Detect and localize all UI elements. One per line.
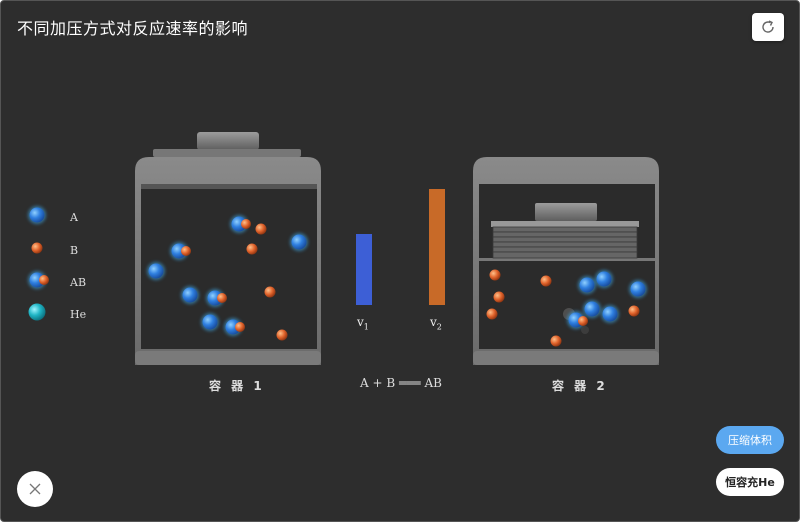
container-2	[473, 157, 659, 365]
molecule-b	[486, 308, 498, 320]
molecule-b	[628, 305, 640, 317]
molecule-a	[583, 300, 601, 318]
rate-label-v2: v2	[430, 315, 442, 332]
molecule-b	[246, 243, 258, 255]
molecule-a	[181, 286, 199, 304]
molecule-a	[201, 313, 219, 331]
legend-he: He	[25, 304, 115, 328]
molecule-b	[276, 329, 288, 341]
legend-b: B	[25, 240, 115, 264]
legend-b-label: B	[70, 244, 79, 257]
reaction-scene	[28, 132, 659, 365]
container-1-caption: 容 器 1	[209, 379, 265, 393]
reaction-equation: A + B ═══ AB	[360, 376, 442, 390]
molecule-b	[493, 291, 505, 303]
legend-ab: AB	[25, 272, 115, 296]
molecule-b	[264, 286, 276, 298]
legend-he-label: He	[70, 308, 87, 321]
container-2-caption: 容 器 2	[552, 379, 608, 393]
molecule-a	[147, 262, 165, 280]
molecule-a	[290, 233, 308, 251]
molecule-b	[540, 275, 552, 287]
close-button[interactable]	[17, 471, 53, 507]
compress-volume-button[interactable]: 压缩体积	[716, 426, 784, 454]
molecule-b	[550, 335, 562, 347]
legend-a: A	[25, 207, 115, 231]
molecule-a	[595, 270, 613, 288]
legend-a-label: A	[70, 211, 78, 224]
molecule-b	[255, 223, 267, 235]
molecule-b	[489, 269, 501, 281]
close-icon	[29, 483, 41, 495]
molecule-a	[601, 305, 619, 323]
add-helium-button[interactable]: 恒容充He	[716, 468, 784, 496]
molecule-a	[629, 280, 647, 298]
rate-bar-v2	[429, 189, 445, 305]
rate-label-v1: v1	[357, 315, 369, 332]
app-frame: 不同加压方式对反应速率的影响 A B AB He v1 v2 容 器 1 容 器…	[0, 0, 800, 522]
rate-bar-v1	[356, 234, 372, 305]
legend-ab-label: AB	[70, 276, 87, 289]
molecule-a	[578, 276, 596, 294]
